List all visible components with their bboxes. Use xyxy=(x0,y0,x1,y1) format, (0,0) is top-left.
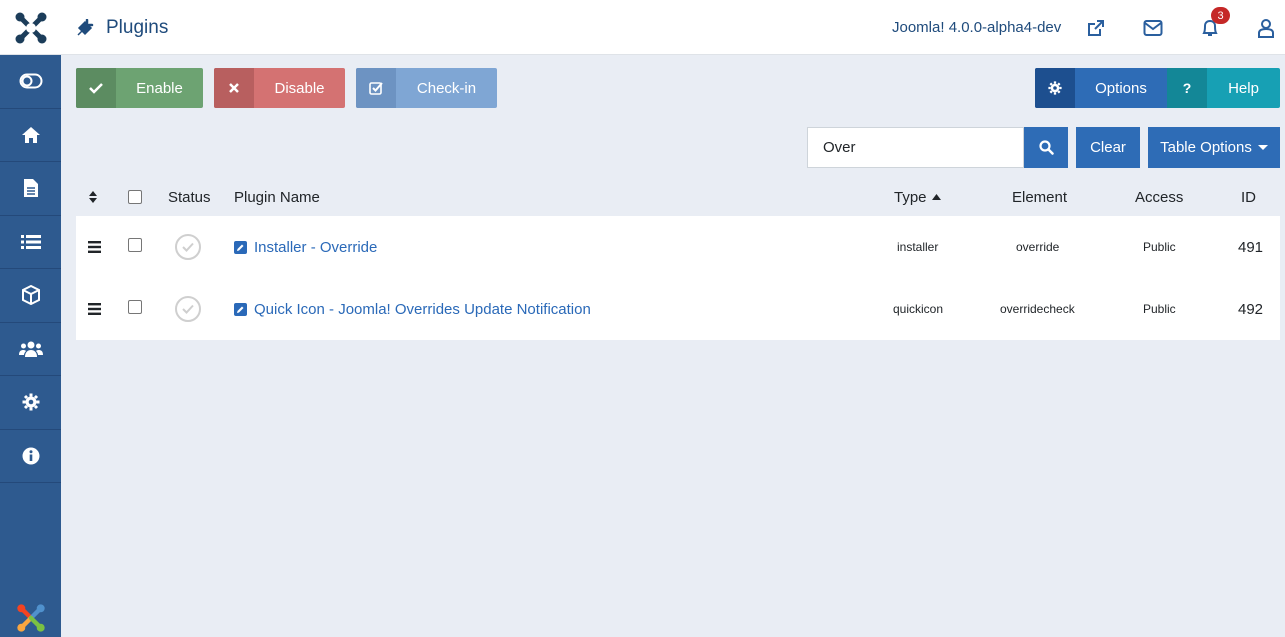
checkin-label: Check-in xyxy=(416,79,477,97)
edit-icon xyxy=(234,240,247,254)
plugin-element: override xyxy=(1016,240,1060,254)
sort-up-icon xyxy=(931,194,941,200)
header-type-label: Type xyxy=(894,188,927,206)
file-icon[interactable] xyxy=(0,162,61,216)
header-type[interactable]: Type xyxy=(894,180,941,214)
joomla-color-logo xyxy=(0,603,61,633)
table-body: Installer - Override installer override … xyxy=(76,216,1280,340)
plugin-name: Installer - Override xyxy=(254,238,378,256)
mail-icon[interactable] xyxy=(1142,17,1164,39)
users-icon[interactable] xyxy=(0,323,61,376)
page-title-text: Plugins xyxy=(106,16,169,38)
plugin-name-link[interactable]: Installer - Override xyxy=(234,216,377,278)
user-icon[interactable] xyxy=(1255,17,1277,39)
enable-button[interactable]: Enable xyxy=(76,68,203,108)
checkin-button[interactable]: Check-in xyxy=(356,68,497,108)
version-link[interactable]: Joomla! 4.0.0-alpha4-dev xyxy=(892,0,1061,55)
plugin-type: quickicon xyxy=(893,302,944,316)
external-link-icon[interactable] xyxy=(1085,17,1107,39)
question-icon: ? xyxy=(1167,68,1207,108)
notification-badge: 3 xyxy=(1211,7,1230,24)
drag-handle-icon[interactable] xyxy=(88,216,101,278)
check-icon xyxy=(76,68,116,108)
enable-label: Enable xyxy=(136,79,183,97)
table-options-label: Table Options xyxy=(1160,139,1252,156)
ordering-sort-icon[interactable] xyxy=(88,180,98,214)
plugin-name: Quick Icon - Joomla! Overrides Update No… xyxy=(254,300,591,318)
row-checkbox[interactable] xyxy=(128,278,142,336)
header-element[interactable]: Element xyxy=(1012,180,1067,214)
check-circle-icon xyxy=(175,296,201,322)
clear-button[interactable]: Clear xyxy=(1076,127,1140,168)
toggle-icon[interactable] xyxy=(0,55,61,109)
select-all-checkbox[interactable] xyxy=(128,180,142,214)
times-icon xyxy=(214,68,254,108)
status-toggle[interactable] xyxy=(175,278,201,340)
check-square-icon xyxy=(356,68,396,108)
header-access[interactable]: Access xyxy=(1135,180,1183,214)
home-icon[interactable] xyxy=(0,109,61,162)
plugin-element: overridecheck xyxy=(1000,302,1075,316)
table-options-button[interactable]: Table Options xyxy=(1148,127,1280,168)
disable-label: Disable xyxy=(274,79,325,97)
plugin-name-link[interactable]: Quick Icon - Joomla! Overrides Update No… xyxy=(234,278,591,340)
help-label: Help xyxy=(1228,79,1259,97)
help-button[interactable]: ? Help xyxy=(1167,68,1280,108)
joomla-logo[interactable] xyxy=(0,0,61,55)
options-label: Options xyxy=(1095,79,1147,97)
plugin-id: 492 xyxy=(1238,300,1264,318)
info-icon[interactable] xyxy=(0,430,61,483)
cube-icon[interactable] xyxy=(0,269,61,323)
list-icon[interactable] xyxy=(0,216,61,269)
row-checkbox[interactable] xyxy=(128,216,142,274)
header-plugin-name[interactable]: Plugin Name xyxy=(234,180,320,214)
plugin-access: Public xyxy=(1143,240,1176,254)
search-input[interactable] xyxy=(807,127,1024,168)
status-toggle[interactable] xyxy=(175,216,201,278)
options-button[interactable]: Options xyxy=(1035,68,1167,108)
plug-icon xyxy=(76,18,94,37)
check-circle-icon xyxy=(175,234,201,260)
disable-button[interactable]: Disable xyxy=(214,68,345,108)
plugin-type: installer xyxy=(897,240,939,254)
page-title: Plugins xyxy=(76,0,168,55)
drag-handle-icon[interactable] xyxy=(88,278,101,340)
gear-icon xyxy=(1035,68,1075,108)
search-button[interactable] xyxy=(1024,127,1068,168)
edit-icon xyxy=(234,302,247,316)
caret-down-icon xyxy=(1257,145,1268,150)
gear-icon[interactable] xyxy=(0,376,61,430)
search-icon xyxy=(1038,140,1054,155)
plugin-access: Public xyxy=(1143,302,1176,316)
sidebar xyxy=(0,55,61,637)
header-id[interactable]: ID xyxy=(1241,180,1256,214)
header-status[interactable]: Status xyxy=(168,180,211,214)
plugin-id: 491 xyxy=(1238,238,1264,256)
header: Plugins Joomla! 4.0.0-alpha4-dev 3 xyxy=(0,0,1285,55)
